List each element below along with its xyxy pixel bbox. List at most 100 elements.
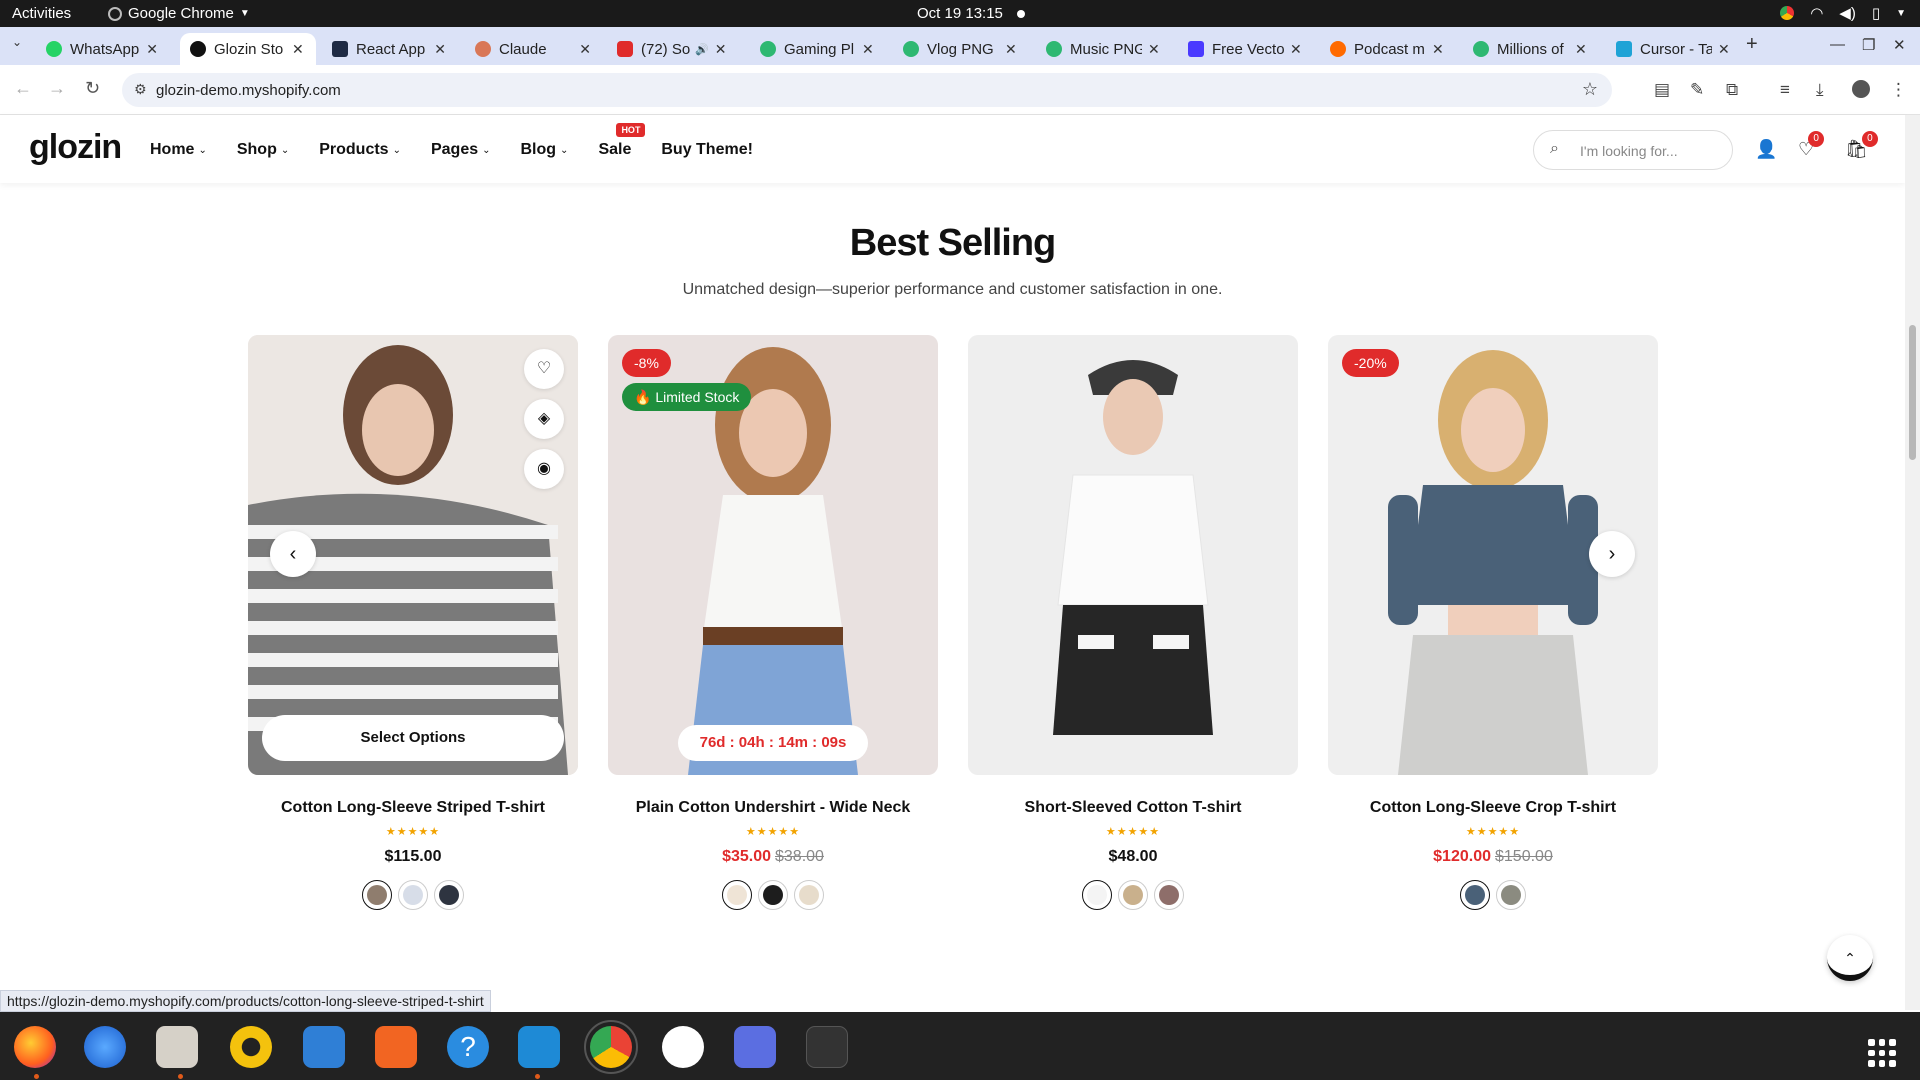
product-name[interactable]: Plain Cotton Undershirt - Wide Neck — [608, 799, 938, 817]
close-icon[interactable]: ✕ — [292, 41, 304, 58]
color-swatch[interactable] — [398, 880, 428, 910]
tab-search-icon[interactable]: ⌄ — [12, 35, 22, 49]
help-icon[interactable]: ? — [447, 1026, 489, 1068]
nav-buy-theme[interactable]: Buy Theme! — [661, 141, 753, 159]
color-swatch[interactable] — [1118, 880, 1148, 910]
address-bar[interactable]: ⚙ glozin-demo.myshopify.com ☆ — [122, 73, 1612, 107]
color-swatch[interactable] — [1496, 880, 1526, 910]
app-center-icon[interactable] — [375, 1026, 417, 1068]
bookmark-star-icon[interactable]: ☆ — [1582, 79, 1598, 100]
carousel-next-button[interactable]: › — [1589, 531, 1635, 577]
new-tab-button[interactable]: + — [1746, 33, 1758, 56]
back-to-top-button[interactable]: ⌃ — [1827, 935, 1873, 981]
activities-button[interactable]: Activities — [12, 5, 71, 22]
product-image[interactable]: -8% 🔥 Limited Stock 76d : 04h : 14m : 09… — [608, 335, 938, 775]
nav-products[interactable]: Products ⌄ — [319, 141, 401, 159]
nav-sale[interactable]: Sale HOT — [598, 123, 646, 159]
product-image[interactable] — [968, 335, 1298, 775]
writer-icon[interactable] — [303, 1026, 345, 1068]
terminal-icon[interactable] — [806, 1026, 848, 1068]
select-options-button[interactable]: Select Options — [262, 715, 564, 761]
product-name[interactable]: Cotton Long-Sleeve Crop T-shirt — [1328, 799, 1658, 817]
maximize-button[interactable]: ❐ — [1862, 36, 1875, 54]
page-scrollbar[interactable] — [1905, 115, 1920, 1010]
scrollbar-thumb[interactable] — [1909, 325, 1916, 460]
site-info-icon[interactable]: ⚙ — [134, 81, 147, 98]
close-icon[interactable]: ✕ — [1718, 41, 1730, 58]
nav-blog[interactable]: Blog ⌄ — [521, 141, 569, 159]
profile-avatar[interactable] — [1852, 80, 1870, 98]
quick-view-button[interactable]: ◉ — [524, 449, 564, 489]
tab-glozin-store[interactable]: Glozin Sto ✕ — [180, 33, 316, 65]
close-icon[interactable]: ✕ — [146, 41, 158, 58]
tab-gaming-png[interactable]: Gaming Pl ✕ — [750, 33, 886, 65]
tab-vlog-png[interactable]: Vlog PNG ✕ — [893, 33, 1029, 65]
tab-youtube[interactable]: (72) So 🔊 ✕ — [607, 33, 743, 65]
tab-podcast[interactable]: Podcast m ✕ — [1320, 33, 1456, 65]
edit-extension-icon[interactable]: ✎ — [1690, 80, 1704, 100]
color-swatch[interactable] — [1460, 880, 1490, 910]
download-icon[interactable]: ⤓ — [1816, 80, 1824, 100]
forward-button[interactable]: → — [48, 78, 66, 99]
speaker-icon[interactable]: 🔊 — [695, 43, 709, 56]
color-swatch[interactable] — [434, 880, 464, 910]
nav-pages[interactable]: Pages ⌄ — [431, 141, 491, 159]
product-card[interactable]: -8% 🔥 Limited Stock 76d : 04h : 14m : 09… — [608, 335, 938, 910]
nav-home[interactable]: Home ⌄ — [150, 141, 207, 159]
tab-claude[interactable]: Claude ✕ — [465, 33, 601, 65]
system-tray[interactable]: ◠ ◀) ▯ ▼ — [1780, 4, 1906, 22]
cart-icon[interactable]: 🛍 0 — [1845, 131, 1878, 160]
github-desktop-icon[interactable] — [662, 1026, 704, 1068]
site-logo[interactable]: glozin — [29, 128, 122, 167]
back-button[interactable]: ← — [14, 78, 32, 99]
tab-cursor[interactable]: Cursor - Ta ✕ — [1606, 33, 1742, 65]
chrome-menu-icon[interactable]: ⋮ — [1890, 80, 1907, 100]
site-search-input[interactable]: ⌕ I'm looking for... — [1533, 130, 1733, 170]
product-card[interactable]: -20% Cotton Long-Sleeve Crop T-shirt ★★★… — [1328, 335, 1658, 910]
firefox-icon[interactable] — [14, 1026, 56, 1068]
app-menu[interactable]: Google Chrome ▼ — [108, 5, 250, 22]
chrome-dock-icon[interactable] — [584, 1020, 638, 1074]
extensions-puzzle-icon[interactable]: ⧉ — [1726, 80, 1738, 100]
close-icon[interactable]: ✕ — [715, 41, 727, 58]
color-swatch[interactable] — [794, 880, 824, 910]
clipboard-extension-icon[interactable]: ▤ — [1654, 80, 1670, 100]
account-icon[interactable]: 👤 — [1755, 139, 1777, 160]
nav-shop[interactable]: Shop ⌄ — [237, 141, 289, 159]
tab-free-vectors[interactable]: Free Vecto ✕ — [1178, 33, 1314, 65]
vscode-icon[interactable] — [518, 1026, 560, 1068]
close-icon[interactable]: ✕ — [1005, 41, 1017, 58]
tab-millions-of[interactable]: Millions of ✕ — [1463, 33, 1599, 65]
color-swatch[interactable] — [758, 880, 788, 910]
color-swatch[interactable] — [1082, 880, 1112, 910]
close-icon[interactable]: ✕ — [1432, 41, 1444, 58]
tab-whatsapp[interactable]: WhatsApp ✕ — [36, 33, 168, 65]
media-queue-icon[interactable]: ≡ — [1780, 80, 1790, 100]
minimize-button[interactable]: — — [1830, 36, 1845, 53]
thunderbird-icon[interactable] — [84, 1026, 126, 1068]
product-card[interactable]: ♡ ◈ ◉ Select Options Cotton Long-Sleeve … — [248, 335, 578, 910]
tab-music-png[interactable]: Music PNG ✕ — [1036, 33, 1172, 65]
carousel-prev-button[interactable]: ‹ — [270, 531, 316, 577]
close-icon[interactable]: ✕ — [434, 41, 446, 58]
color-swatch[interactable] — [722, 880, 752, 910]
product-name[interactable]: Cotton Long-Sleeve Striped T-shirt — [248, 799, 578, 817]
add-to-wishlist-button[interactable]: ♡ — [524, 349, 564, 389]
show-apps-grid-icon[interactable] — [1868, 1039, 1896, 1067]
screenshot-icon[interactable] — [734, 1026, 776, 1068]
close-window-button[interactable]: ✕ — [1893, 36, 1906, 54]
color-swatch[interactable] — [1154, 880, 1184, 910]
wishlist-icon[interactable]: ♡ 0 — [1798, 131, 1825, 160]
close-icon[interactable]: ✕ — [1148, 41, 1160, 58]
clock[interactable]: Oct 19 13:15 — [917, 5, 1003, 22]
close-icon[interactable]: ✕ — [1290, 41, 1302, 58]
close-icon[interactable]: ✕ — [579, 41, 591, 58]
files-icon[interactable] — [156, 1026, 198, 1068]
compare-button[interactable]: ◈ — [524, 399, 564, 439]
close-icon[interactable]: ✕ — [862, 41, 874, 58]
color-swatch[interactable] — [362, 880, 392, 910]
product-card[interactable]: Short-Sleeved Cotton T-shirt ★★★★★ $48.0… — [968, 335, 1298, 910]
address-url[interactable]: glozin-demo.myshopify.com — [156, 82, 341, 99]
reload-button[interactable]: ↻ — [85, 78, 100, 99]
tab-react-app[interactable]: React App ✕ — [322, 33, 456, 65]
